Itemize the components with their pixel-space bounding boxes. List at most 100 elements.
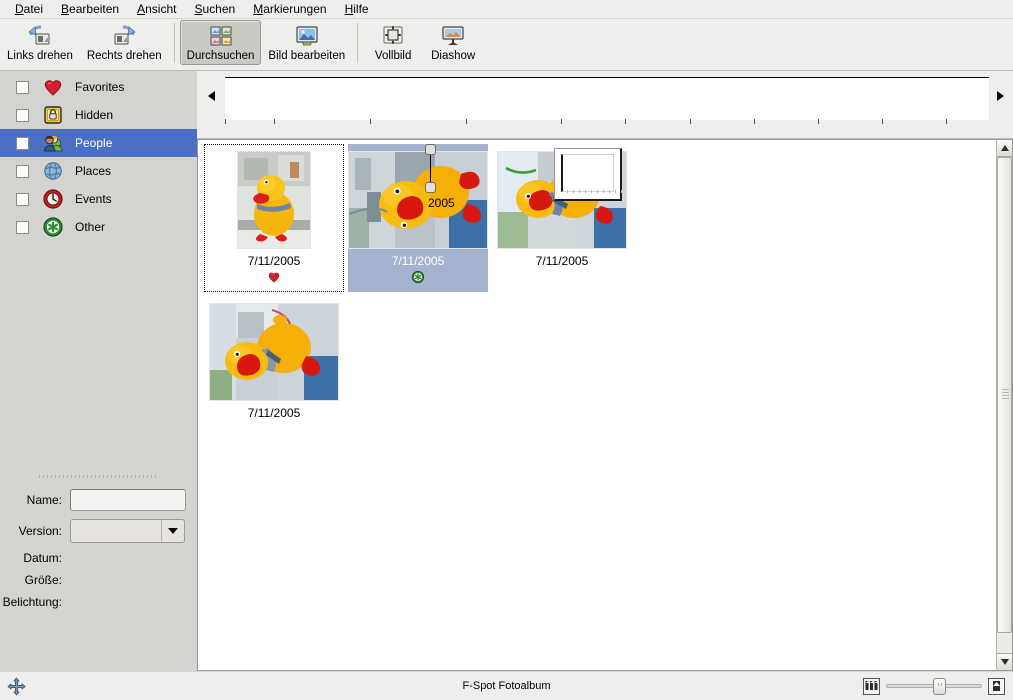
- heart-icon: [268, 272, 280, 283]
- size-label: Größe:: [24, 573, 62, 587]
- thumbnail-size-slider[interactable]: [886, 677, 982, 695]
- timeline-scroll-right-button[interactable]: [994, 89, 1006, 103]
- hidden-checkbox[interactable]: [16, 108, 29, 122]
- menu-bearbeiten[interactable]: Bearbeiten: [52, 0, 128, 18]
- edit-image-button[interactable]: Bild bearbeiten: [261, 20, 352, 65]
- sidebar-item-other[interactable]: Other: [0, 213, 197, 241]
- fullscreen-label: Vollbild: [374, 50, 412, 62]
- content-area: 2005 7/11/2005 7/11/2005 7/11/2005 7/11/…: [197, 71, 1013, 671]
- sidebar-item-hidden[interactable]: Hidden: [0, 101, 197, 129]
- thumbnail-container: [209, 303, 339, 401]
- timeline-scroll-left-button[interactable]: [205, 89, 217, 103]
- clock-icon: [42, 188, 64, 210]
- name-row: Name:: [0, 489, 197, 511]
- menu-ansicht[interactable]: Ansicht: [128, 0, 185, 18]
- sidebar-empty-space: [0, 241, 197, 473]
- edit-image-icon: [294, 24, 320, 48]
- timeline-group-selector[interactable]: 2005: [197, 71, 1013, 210]
- toolbar-separator-1: [173, 23, 175, 63]
- fullscreen-button[interactable]: Vollbild: [363, 20, 423, 65]
- sidebar-item-favorites[interactable]: Favorites: [0, 73, 197, 101]
- heart-icon: [42, 76, 64, 98]
- scroll-up-button[interactable]: [997, 140, 1012, 157]
- iconview-vertical-scrollbar[interactable]: [996, 139, 1013, 671]
- rotate-right-button[interactable]: Rechts drehen: [80, 20, 169, 65]
- timeline-selected-group[interactable]: [554, 148, 623, 201]
- places-checkbox[interactable]: [16, 164, 29, 178]
- sidebar-item-places[interactable]: Places: [0, 157, 197, 185]
- photo-icon-view[interactable]: 7/11/2005 7/11/2005 7/11/2005 7/11/2005: [197, 139, 996, 671]
- people-checkbox[interactable]: [16, 136, 29, 150]
- rotate-left-label: Links drehen: [7, 50, 73, 62]
- date-row: Datum:: [0, 551, 197, 565]
- photo-date: 7/11/2005: [247, 254, 301, 268]
- edit-image-label: Bild bearbeiten: [268, 50, 346, 62]
- scrollbar-thumb[interactable]: [997, 157, 1012, 634]
- version-row: Version:: [0, 519, 197, 543]
- rotate-right-label: Rechts drehen: [86, 50, 162, 62]
- other-label: Other: [75, 220, 106, 234]
- main-toolbar: Links drehen Rechts drehen Durchsuchen B…: [0, 19, 1013, 71]
- photo-cell[interactable]: 7/11/2005: [348, 144, 488, 292]
- hidden-label: Hidden: [75, 108, 114, 122]
- version-combobox[interactable]: [70, 519, 185, 543]
- slideshow-button[interactable]: Diashow: [423, 20, 483, 65]
- favorites-checkbox[interactable]: [16, 80, 29, 94]
- events-label: Events: [75, 192, 112, 206]
- date-label: Datum:: [23, 551, 62, 565]
- asterisk-icon: [42, 216, 64, 238]
- iconview-wrapper: 7/11/2005 7/11/2005 7/11/2005 7/11/2005: [197, 139, 1013, 671]
- photo-cell[interactable]: 7/11/2005: [204, 296, 344, 444]
- thumbnail-container: [348, 151, 488, 249]
- globe-icon: [42, 160, 64, 182]
- status-bar: F-Spot Fotoalbum: [0, 671, 1013, 700]
- browse-button[interactable]: Durchsuchen: [179, 20, 262, 65]
- exposure-row: Belichtung:: [0, 595, 197, 609]
- timeline-year-label: 2005: [428, 196, 455, 210]
- sidebar-item-events[interactable]: Events: [0, 185, 197, 213]
- photo-cell[interactable]: 7/11/2005: [204, 144, 344, 292]
- thumbnails-small-icon[interactable]: [863, 677, 880, 695]
- slideshow-icon: [440, 24, 466, 48]
- timeline-range-handle-top[interactable]: [425, 144, 436, 155]
- photo-thumbnail: [348, 151, 488, 249]
- scroll-down-button[interactable]: [997, 653, 1012, 670]
- splitter-grip: [38, 474, 159, 478]
- photo-thumbnail: [209, 303, 339, 401]
- browse-label: Durchsuchen: [186, 50, 255, 62]
- photo-info-panel: Name: Version: Datum: Größe: Belichtung:: [0, 479, 197, 671]
- timeline-group-grip: [567, 190, 623, 193]
- toolbar-separator-2: [357, 23, 359, 63]
- version-selected-value: [71, 520, 161, 542]
- photo-badges: [267, 269, 281, 285]
- name-label: Name:: [26, 493, 62, 507]
- rotate-left-icon: [27, 24, 53, 48]
- other-checkbox[interactable]: [16, 220, 29, 234]
- scrollbar-trough[interactable]: [997, 157, 1012, 653]
- menu-hilfe[interactable]: Hilfe: [336, 0, 378, 18]
- rotate-left-button[interactable]: Links drehen: [0, 20, 80, 65]
- version-label: Version:: [18, 524, 62, 538]
- photo-date: 7/11/2005: [247, 406, 301, 420]
- menu-markierungen[interactable]: Markierungen: [244, 0, 335, 18]
- menu-datei[interactable]: DDateiatei: [6, 0, 52, 18]
- name-input[interactable]: [70, 489, 186, 511]
- chevron-up-icon: [1000, 145, 1009, 151]
- tag-list: Favorites Hidden People Places Events Ot…: [0, 71, 197, 241]
- people-label: People: [75, 136, 113, 150]
- photo-badges: [411, 269, 425, 285]
- menu-bar: DDateiatei Bearbeiten Ansicht Suchen Mar…: [0, 0, 1013, 19]
- menu-suchen[interactable]: Suchen: [185, 0, 244, 18]
- browse-icon: [208, 24, 234, 48]
- sidebar-item-people[interactable]: People: [0, 129, 197, 157]
- slider-knob[interactable]: [932, 677, 946, 695]
- lock-icon: [42, 104, 64, 126]
- exposure-label: Belichtung:: [2, 595, 62, 609]
- events-checkbox[interactable]: [16, 192, 29, 206]
- timeline-range-handle-bottom[interactable]: [425, 182, 436, 193]
- photo-thumbnail: [237, 151, 311, 249]
- fullscreen-icon: [380, 24, 406, 48]
- thumbnail-large-icon[interactable]: [988, 677, 1005, 695]
- timeline-group-inner: [561, 154, 614, 192]
- thumbnail-container: [237, 151, 311, 249]
